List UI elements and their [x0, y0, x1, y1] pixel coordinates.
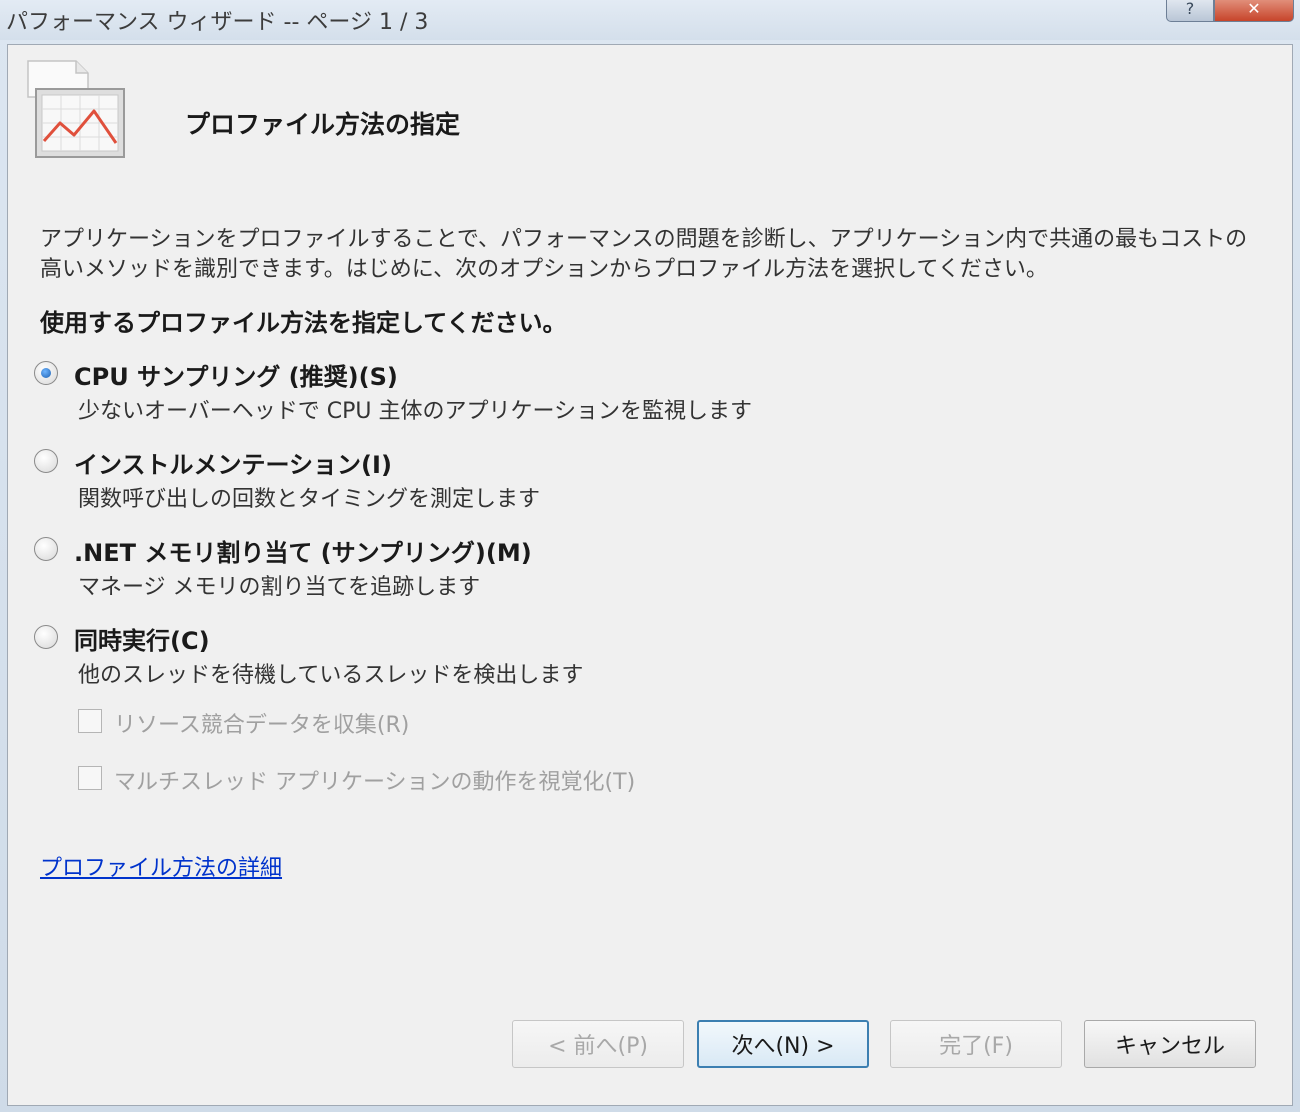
- wizard-window: パフォーマンス ウィザード -- ページ 1 / 3 ? ✕ プロファイル方法の…: [0, 0, 1300, 1112]
- option-instrumentation[interactable]: インストルメンテーション(I) 関数呼び出しの回数とタイミングを測定します: [34, 445, 934, 515]
- option-net-memory[interactable]: .NET メモリ割り当て (サンプリング)(M) マネージ メモリの割り当てを追…: [34, 533, 934, 603]
- description-text: アプリケーションをプロファイルすることで、パフォーマンスの問題を診断し、アプリケ…: [40, 227, 1248, 282]
- option-description: 他のスレッドを待機しているスレッドを検出します: [78, 663, 584, 688]
- checkbox-visualize-threads[interactable]: マルチスレッド アプリケーションの動作を視覚化(T): [78, 764, 778, 796]
- page-title: プロファイル方法の指定: [185, 110, 461, 139]
- option-label[interactable]: .NET メモリ割り当て (サンプリング)(M): [74, 533, 532, 568]
- method-prompt: 使用するプロファイル方法を指定してください。: [40, 309, 567, 337]
- title-bar[interactable]: パフォーマンス ウィザード -- ページ 1 / 3 ? ✕: [0, 0, 1300, 40]
- option-cpu-sampling[interactable]: CPU サンプリング (推奨)(S) 少ないオーバーヘッドで CPU 主体のアプ…: [34, 357, 934, 427]
- checkbox-collect-contention[interactable]: リソース競合データを収集(R): [78, 707, 778, 739]
- checkbox-label[interactable]: リソース競合データを収集(R): [114, 707, 409, 739]
- back-button[interactable]: < 前へ(P): [512, 1020, 684, 1068]
- visualize-checkbox[interactable]: [78, 766, 102, 790]
- option-concurrency[interactable]: 同時実行(C) 他のスレッドを待機しているスレッドを検出します: [34, 621, 934, 691]
- window-title: パフォーマンス ウィザード -- ページ 1 / 3: [6, 10, 429, 35]
- title-controls: ? ✕: [1166, 0, 1294, 22]
- cancel-button[interactable]: キャンセル: [1084, 1020, 1256, 1068]
- next-button[interactable]: 次へ(N) >: [697, 1020, 869, 1068]
- checkbox-label[interactable]: マルチスレッド アプリケーションの動作を視覚化(T): [114, 764, 635, 796]
- close-icon[interactable]: ✕: [1214, 0, 1294, 22]
- dialog-client-area: プロファイル方法の指定 アプリケーションをプロファイルすることで、パフォーマンス…: [7, 44, 1293, 1106]
- option-description: 少ないオーバーヘッドで CPU 主体のアプリケーションを監視します: [78, 399, 753, 424]
- option-label[interactable]: CPU サンプリング (推奨)(S): [74, 357, 398, 392]
- finish-button[interactable]: 完了(F): [890, 1020, 1062, 1068]
- radio-concurrency[interactable]: [34, 625, 58, 649]
- performance-chart-icon: [27, 60, 125, 158]
- radio-instrumentation[interactable]: [34, 449, 58, 473]
- help-glyph: ?: [1185, 0, 1195, 18]
- learn-more-link[interactable]: プロファイル方法の詳細: [40, 850, 282, 882]
- option-description: マネージ メモリの割り当てを追跡します: [78, 575, 481, 600]
- help-icon[interactable]: ?: [1166, 0, 1214, 22]
- close-glyph: ✕: [1247, 0, 1261, 18]
- option-label[interactable]: インストルメンテーション(I): [74, 445, 392, 480]
- contention-checkbox[interactable]: [78, 709, 102, 733]
- option-label[interactable]: 同時実行(C): [74, 621, 210, 656]
- option-description: 関数呼び出しの回数とタイミングを測定します: [78, 487, 541, 512]
- radio-cpu-sampling[interactable]: [34, 361, 58, 385]
- radio-net-memory[interactable]: [34, 537, 58, 561]
